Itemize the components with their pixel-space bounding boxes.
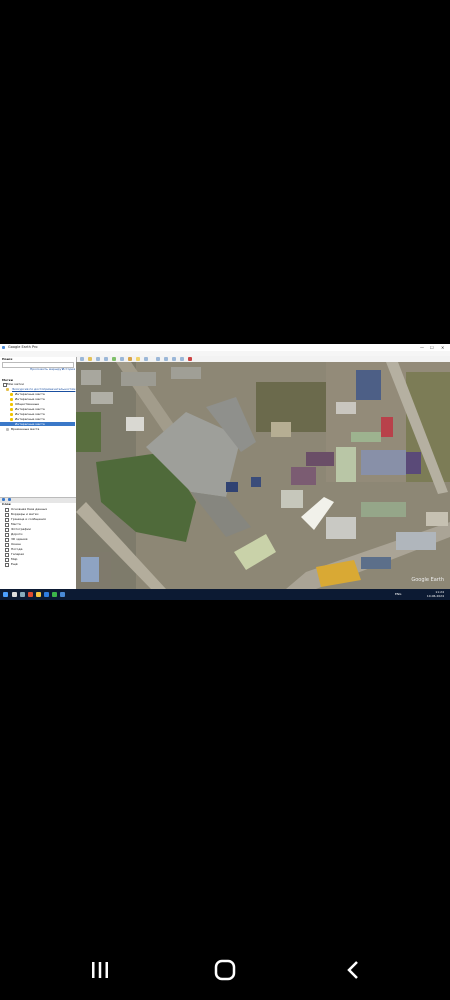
layer-item[interactable]: Галерея (11, 552, 24, 556)
tours-icon[interactable] (2, 498, 5, 501)
search-icon[interactable] (12, 592, 17, 597)
chrome-icon[interactable] (52, 592, 57, 597)
layer-checkbox[interactable] (5, 548, 9, 552)
place-item[interactable]: Интересные места (15, 407, 45, 411)
add-place-icon[interactable] (8, 498, 11, 501)
task-view-icon[interactable] (20, 592, 25, 597)
back-icon (347, 961, 358, 979)
layer-item[interactable]: Мир (11, 557, 17, 561)
minimize-button[interactable]: — (420, 344, 424, 351)
app-icon (2, 346, 5, 349)
planet-icon[interactable] (144, 357, 148, 361)
history-link[interactable]: История (62, 367, 75, 371)
layer-checkbox[interactable] (5, 518, 9, 522)
app-icon[interactable] (28, 592, 33, 597)
layer-checkbox[interactable] (5, 563, 9, 567)
place-item[interactable]: Интересные места (15, 417, 45, 421)
my-places[interactable]: Мои метки (7, 382, 24, 386)
save-image-icon[interactable] (180, 357, 184, 361)
temp-places[interactable]: Временные места (11, 427, 39, 431)
tour-icon[interactable] (120, 357, 124, 361)
maps-icon[interactable] (188, 357, 192, 361)
layer-checkbox[interactable] (5, 508, 9, 512)
placemark-icon (10, 398, 13, 401)
folder-icon (6, 388, 9, 391)
layer-checkbox[interactable] (5, 553, 9, 557)
layer-checkbox[interactable] (5, 528, 9, 532)
browser-icon[interactable] (44, 592, 49, 597)
windows-taskbar: ENG 11:24 10.06.2024 (0, 589, 450, 600)
sidebar-toggle-icon[interactable] (80, 357, 84, 361)
satellite-map-view[interactable]: Google Earth (76, 362, 450, 589)
back-button[interactable] (338, 955, 368, 985)
recent-apps-icon (92, 962, 108, 978)
layer-item[interactable]: Дороги (11, 532, 22, 536)
layer-item[interactable]: Ещё (11, 562, 18, 566)
maximize-button[interactable]: ☐ (430, 344, 434, 351)
search-label: Поиск (2, 357, 13, 361)
place-item-selected[interactable]: Интересные места (15, 422, 45, 426)
google-earth-icon[interactable] (60, 592, 65, 597)
layer-item[interactable]: Основная база данных (11, 507, 47, 511)
place-item[interactable]: Интересные места (15, 412, 45, 416)
sidebar: Поиск Проложить маршрут История Метки Мо… (0, 357, 77, 589)
place-item[interactable]: Интересные места (15, 392, 45, 396)
layer-item[interactable]: Океан (11, 542, 21, 546)
panel-divider[interactable] (0, 497, 76, 503)
layer-item[interactable]: Места (11, 522, 21, 526)
layer-item[interactable]: Фотографии (11, 527, 31, 531)
place-item[interactable]: Общественные (15, 402, 39, 406)
email-icon[interactable] (164, 357, 168, 361)
layer-item[interactable]: Бордеры и метки (11, 512, 38, 516)
placemark-icon (10, 403, 13, 406)
layer-checkbox[interactable] (5, 558, 9, 562)
recent-apps-button[interactable] (85, 955, 115, 985)
layer-item[interactable]: 3D здания (11, 537, 27, 541)
google-earth-watermark: Google Earth (411, 577, 444, 583)
monitor-screen: Google Earth Pro — ☐ ✕ Файл Редактирован… (0, 344, 450, 600)
window-title: Google Earth Pro (8, 345, 38, 349)
system-clock[interactable]: 11:24 10.06.2024 (427, 590, 444, 598)
historical-imagery-icon[interactable] (128, 357, 132, 361)
explorer-icon[interactable] (36, 592, 41, 597)
ruler-icon[interactable] (156, 357, 160, 361)
tour-folder[interactable]: Экскурсия по достопримечательностям (12, 387, 75, 391)
clock-date: 10.06.2024 (426, 594, 444, 598)
overlay-icon[interactable] (112, 357, 116, 361)
layer-checkbox[interactable] (5, 543, 9, 547)
place-item[interactable]: Интересные места (15, 397, 45, 401)
placemark-icon (10, 393, 13, 396)
placemark-icon (10, 418, 13, 421)
satellite-imagery (76, 362, 450, 589)
layer-checkbox[interactable] (5, 513, 9, 517)
layers-header: Слои (2, 502, 11, 506)
path-icon[interactable] (104, 357, 108, 361)
route-link[interactable]: Проложить маршрут (30, 367, 63, 371)
layer-checkbox[interactable] (5, 533, 9, 537)
sun-icon[interactable] (136, 357, 140, 361)
close-button[interactable]: ✕ (441, 344, 444, 351)
temp-folder-icon (6, 428, 9, 431)
placemark-icon (10, 408, 13, 411)
home-button[interactable] (210, 955, 240, 985)
home-icon (214, 959, 236, 981)
placemark-icon[interactable] (88, 357, 92, 361)
language-indicator[interactable]: ENG (395, 592, 401, 596)
placemark-icon (10, 413, 13, 416)
start-icon[interactable] (3, 592, 8, 597)
polygon-icon[interactable] (96, 357, 100, 361)
layer-item[interactable]: Погода (11, 547, 22, 551)
layer-checkbox[interactable] (5, 523, 9, 527)
layer-checkbox[interactable] (5, 538, 9, 542)
print-icon[interactable] (172, 357, 176, 361)
layer-item[interactable]: Граница и сообщения (11, 517, 46, 521)
